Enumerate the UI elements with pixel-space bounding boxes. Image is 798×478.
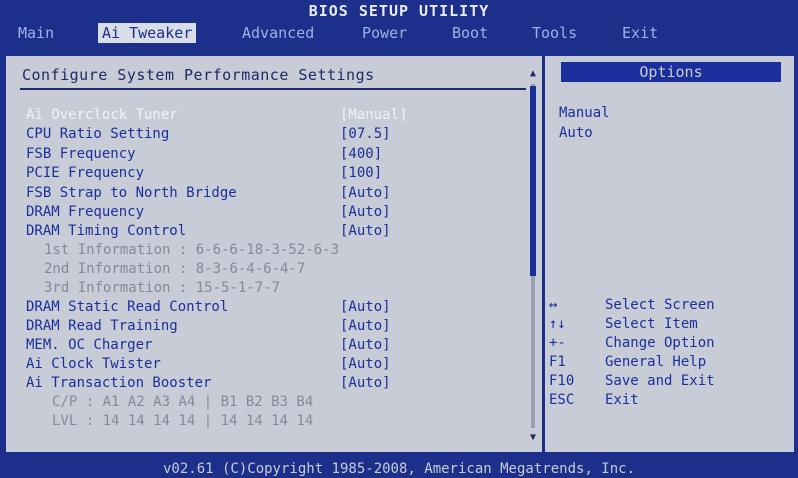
- setting-dram-timing[interactable]: DRAM Timing Control [Auto]: [6, 222, 526, 241]
- info-text: C/P : A1 A2 A3 A4 | B1 B2 B3 B4: [52, 394, 314, 410]
- setting-label: DRAM Frequency: [26, 204, 145, 220]
- setting-label: Ai Overclock Tuner: [26, 107, 178, 123]
- scroll-down-icon[interactable]: ▼: [527, 432, 539, 444]
- setting-value: [07.5]: [340, 126, 391, 142]
- setting-fsb-strap[interactable]: FSB Strap to North Bridge [Auto]: [6, 184, 526, 203]
- menu-ai-tweaker[interactable]: Ai Tweaker: [98, 23, 197, 43]
- setting-value: [Auto]: [340, 204, 391, 220]
- setting-label: FSB Strap to North Bridge: [26, 185, 237, 201]
- setting-label: MEM. OC Charger: [26, 337, 153, 353]
- setting-value: [Auto]: [340, 185, 391, 201]
- help-desc: General Help: [605, 354, 707, 370]
- setting-label: DRAM Timing Control: [26, 223, 187, 239]
- setting-dram-frequency[interactable]: DRAM Frequency [Auto]: [6, 203, 526, 222]
- setting-label: Ai Clock Twister: [26, 356, 161, 372]
- help-select-screen: ↔ Select Screen: [549, 296, 789, 315]
- setting-label: PCIE Frequency: [26, 165, 145, 181]
- setting-value: [Auto]: [340, 337, 391, 353]
- help-general: F1 General Help: [549, 353, 789, 372]
- setting-pcie-frequency[interactable]: PCIE Frequency [100]: [6, 164, 526, 183]
- menu-bar: Main Ai Tweaker Advanced Power Boot Tool…: [0, 22, 798, 44]
- info-text: 3rd Information : 15-5-1-7-7: [44, 280, 281, 296]
- setting-fsb-frequency[interactable]: FSB Frequency [400]: [6, 145, 526, 164]
- menu-power[interactable]: Power: [358, 23, 411, 43]
- info-2nd: 2nd Information : 8-3-6-4-6-4-7: [6, 260, 526, 279]
- options-panel: Options Manual Auto ↔ Select Screen ↑↓ S…: [545, 56, 794, 452]
- option-auto[interactable]: Auto: [559, 124, 593, 143]
- setting-value: [Auto]: [340, 299, 391, 315]
- help-desc: Change Option: [605, 335, 715, 351]
- setting-value: [Auto]: [340, 375, 391, 391]
- setting-dram-static-read[interactable]: DRAM Static Read Control [Auto]: [6, 298, 526, 317]
- help-change-option: +- Change Option: [549, 334, 789, 353]
- settings-panel: Configure System Performance Settings Ai…: [6, 56, 542, 452]
- setting-label: DRAM Static Read Control: [26, 299, 229, 315]
- setting-cpu-ratio[interactable]: CPU Ratio Setting [07.5]: [6, 125, 526, 144]
- help-desc: Select Item: [605, 316, 698, 332]
- arrows-horizontal-icon: ↔: [549, 297, 558, 313]
- help-desc: Exit: [605, 392, 639, 408]
- menu-main[interactable]: Main: [14, 23, 58, 43]
- setting-value: [Auto]: [340, 223, 391, 239]
- help-key: F10: [549, 373, 575, 389]
- help-select-item: ↑↓ Select Item: [549, 315, 789, 334]
- info-lvl: LVL : 14 14 14 14 | 14 14 14 14: [6, 412, 526, 431]
- menu-tools[interactable]: Tools: [528, 23, 581, 43]
- panel-title: Configure System Performance Settings: [22, 66, 375, 84]
- setting-dram-read-training[interactable]: DRAM Read Training [Auto]: [6, 317, 526, 336]
- menu-boot[interactable]: Boot: [448, 23, 492, 43]
- scroll-up-icon[interactable]: ▲: [527, 68, 539, 80]
- setting-ai-overclock-tuner[interactable]: Ai Overclock Tuner [Manual]: [6, 106, 526, 125]
- title-divider: [20, 88, 526, 90]
- options-header: Options: [561, 62, 781, 82]
- menu-advanced[interactable]: Advanced: [238, 23, 318, 43]
- setting-value: [Auto]: [340, 356, 391, 372]
- setting-label: Ai Transaction Booster: [26, 375, 212, 391]
- setting-mem-oc-charger[interactable]: MEM. OC Charger [Auto]: [6, 336, 526, 355]
- info-text: 1st Information : 6-6-6-18-3-52-6-3: [44, 242, 340, 258]
- scrollbar[interactable]: ▲ ▼: [527, 64, 539, 448]
- info-text: LVL : 14 14 14 14 | 14 14 14 14: [52, 413, 314, 429]
- info-1st: 1st Information : 6-6-6-18-3-52-6-3: [6, 241, 526, 260]
- setting-label: FSB Frequency: [26, 146, 136, 162]
- help-desc: Save and Exit: [605, 373, 715, 389]
- scroll-thumb[interactable]: [530, 86, 536, 276]
- setting-value: [400]: [340, 146, 383, 162]
- help-save-exit: F10 Save and Exit: [549, 372, 789, 391]
- setting-value: [Manual]: [340, 107, 408, 123]
- setting-label: CPU Ratio Setting: [26, 126, 170, 142]
- info-3rd: 3rd Information : 15-5-1-7-7: [6, 279, 526, 298]
- setting-label: DRAM Read Training: [26, 318, 178, 334]
- window-title: BIOS SETUP UTILITY: [0, 0, 798, 22]
- menu-exit[interactable]: Exit: [618, 23, 662, 43]
- info-text: 2nd Information : 8-3-6-4-6-4-7: [44, 261, 306, 277]
- info-cp: C/P : A1 A2 A3 A4 | B1 B2 B3 B4: [6, 393, 526, 412]
- setting-value: [100]: [340, 165, 383, 181]
- setting-ai-clock-twister[interactable]: Ai Clock Twister [Auto]: [6, 355, 526, 374]
- option-manual[interactable]: Manual: [559, 104, 610, 123]
- footer-copyright: v02.61 (C)Copyright 1985-2008, American …: [0, 460, 798, 478]
- help-desc: Select Screen: [605, 297, 715, 313]
- setting-value: [Auto]: [340, 318, 391, 334]
- help-key: +-: [549, 335, 566, 351]
- arrows-vertical-icon: ↑↓: [549, 316, 566, 332]
- help-key: F1: [549, 354, 566, 370]
- setting-ai-transaction-booster[interactable]: Ai Transaction Booster [Auto]: [6, 374, 526, 393]
- help-key: ESC: [549, 392, 575, 408]
- help-exit: ESC Exit: [549, 391, 789, 410]
